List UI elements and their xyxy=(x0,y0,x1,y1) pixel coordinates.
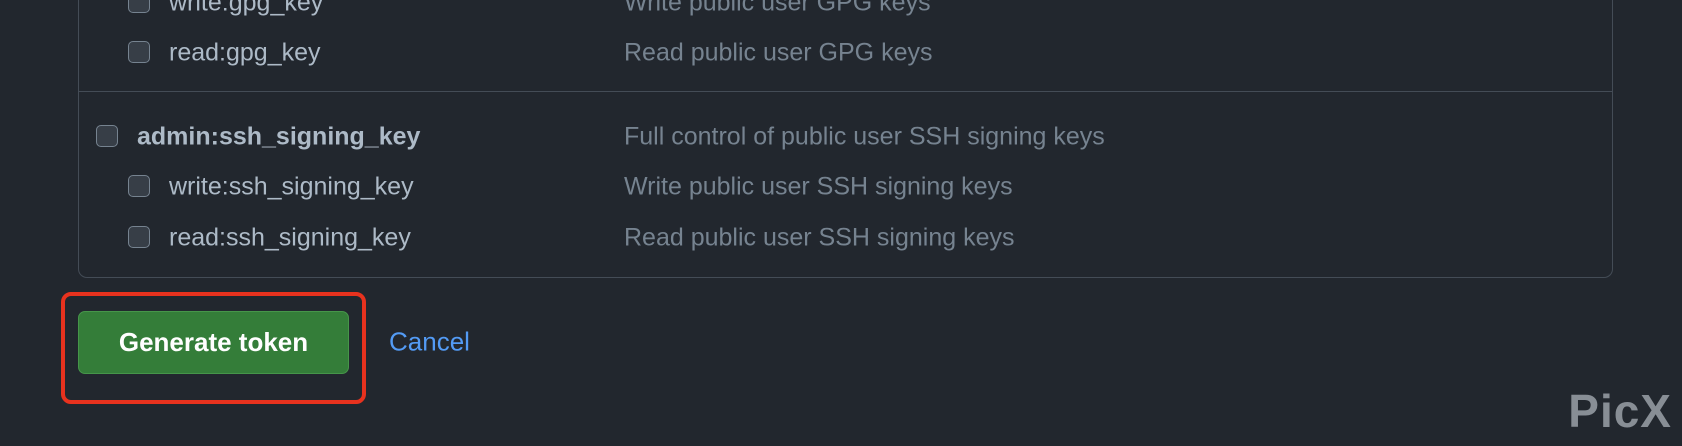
watermark-logo: PicX xyxy=(1568,385,1672,437)
scope-description: Write public user SSH signing keys xyxy=(624,172,1013,201)
admin-ssh-signing-key-checkbox[interactable] xyxy=(96,125,118,147)
read-ssh-signing-key-checkbox[interactable] xyxy=(128,226,150,248)
scope-description: Full control of public user SSH signing … xyxy=(624,122,1105,151)
write-ssh-signing-key-checkbox[interactable] xyxy=(128,175,150,197)
scope-row-write-gpg-key: write:gpg_key Write public user GPG keys xyxy=(79,0,1612,23)
token-settings-page: write:gpg_key Write public user GPG keys… xyxy=(0,0,1682,446)
scope-row-write-ssh-signing-key: write:ssh_signing_key Write public user … xyxy=(79,167,1612,207)
scope-name: read:gpg_key xyxy=(169,38,321,67)
scopes-panel: write:gpg_key Write public user GPG keys… xyxy=(78,0,1613,278)
scope-name: write:gpg_key xyxy=(169,0,324,17)
write-gpg-key-checkbox[interactable] xyxy=(128,0,150,13)
cancel-link[interactable]: Cancel xyxy=(389,327,470,358)
scope-description: Read public user GPG keys xyxy=(624,38,933,67)
scope-description: Write public user GPG keys xyxy=(624,0,931,17)
scope-description: Read public user SSH signing keys xyxy=(624,223,1015,252)
scope-row-read-ssh-signing-key: read:ssh_signing_key Read public user SS… xyxy=(79,218,1612,258)
scope-row-admin-ssh-signing-key: admin:ssh_signing_key Full control of pu… xyxy=(79,117,1612,157)
scope-name: admin:ssh_signing_key xyxy=(137,122,421,151)
scope-row-read-gpg-key: read:gpg_key Read public user GPG keys xyxy=(79,33,1612,73)
scope-group-divider xyxy=(79,91,1612,92)
scope-name: write:ssh_signing_key xyxy=(169,172,414,201)
scope-name: read:ssh_signing_key xyxy=(169,223,411,252)
read-gpg-key-checkbox[interactable] xyxy=(128,41,150,63)
generate-token-button[interactable]: Generate token xyxy=(78,311,349,374)
